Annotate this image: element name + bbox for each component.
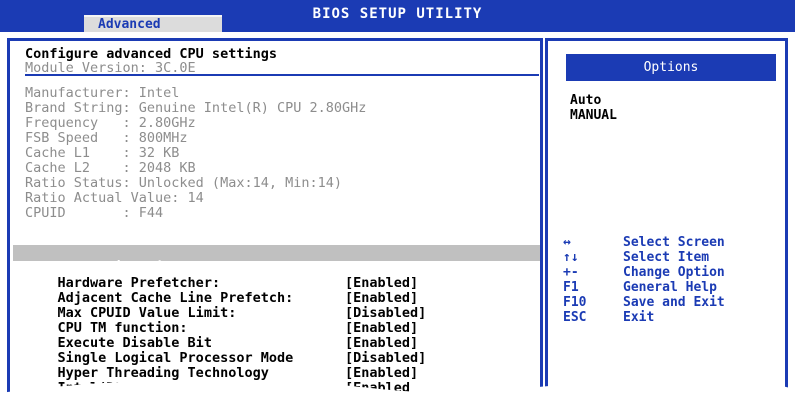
info-fsb-speed: FSB Speed : 800MHz (25, 130, 188, 146)
info-cpuid: CPUID : F44 (25, 205, 164, 221)
info-brand-string: Brand String: Genuine Intel(R) CPU 2.80G… (25, 100, 367, 116)
tab-advanced[interactable]: Advanced (84, 15, 222, 32)
torn-edge-decoration (0, 376, 795, 415)
options-sidebar: Options Auto MANUAL ↔ Select Screen ↑↓ S… (545, 38, 788, 410)
help-key-change-option: +- (563, 265, 579, 280)
help-action-select-screen: Select Screen (623, 235, 725, 250)
info-manufacturer: Manufacturer: Intel (25, 85, 180, 101)
help-key-general-help: F1 (563, 280, 579, 295)
help-key-exit: ESC (563, 310, 587, 325)
info-cache-l2: Cache L2 : 2048 KB (25, 160, 196, 176)
tab-advanced-label: Advanced (98, 17, 161, 32)
help-action-exit: Exit (623, 310, 655, 325)
help-action-select-item: Select Item (623, 250, 710, 265)
help-action-save-exit: Save and Exit (623, 295, 725, 310)
info-ratio-status: Ratio Status: Unlocked (Max:14, Min:14) (25, 175, 342, 191)
help-key-select-item: ↑↓ (563, 250, 579, 265)
info-frequency: Frequency : 2.80GHz (25, 115, 196, 131)
option-manual[interactable]: MANUAL (570, 108, 617, 123)
main-panel: Configure advanced CPU settings Module V… (7, 38, 543, 410)
help-key-save-exit: F10 (563, 295, 587, 310)
header-divider (25, 74, 539, 76)
help-action-general-help: General Help (623, 280, 717, 295)
help-action-change-option: Change Option (623, 265, 725, 280)
title-bar: BIOS SETUP UTILITY Advanced (0, 0, 795, 32)
options-title: Options (566, 54, 776, 81)
help-key-select-screen: ↔ (563, 235, 571, 250)
option-auto[interactable]: Auto (570, 93, 601, 108)
info-cache-l1: Cache L1 : 32 KB (25, 145, 180, 161)
info-ratio-actual: Ratio Actual Value: 14 (25, 190, 204, 206)
